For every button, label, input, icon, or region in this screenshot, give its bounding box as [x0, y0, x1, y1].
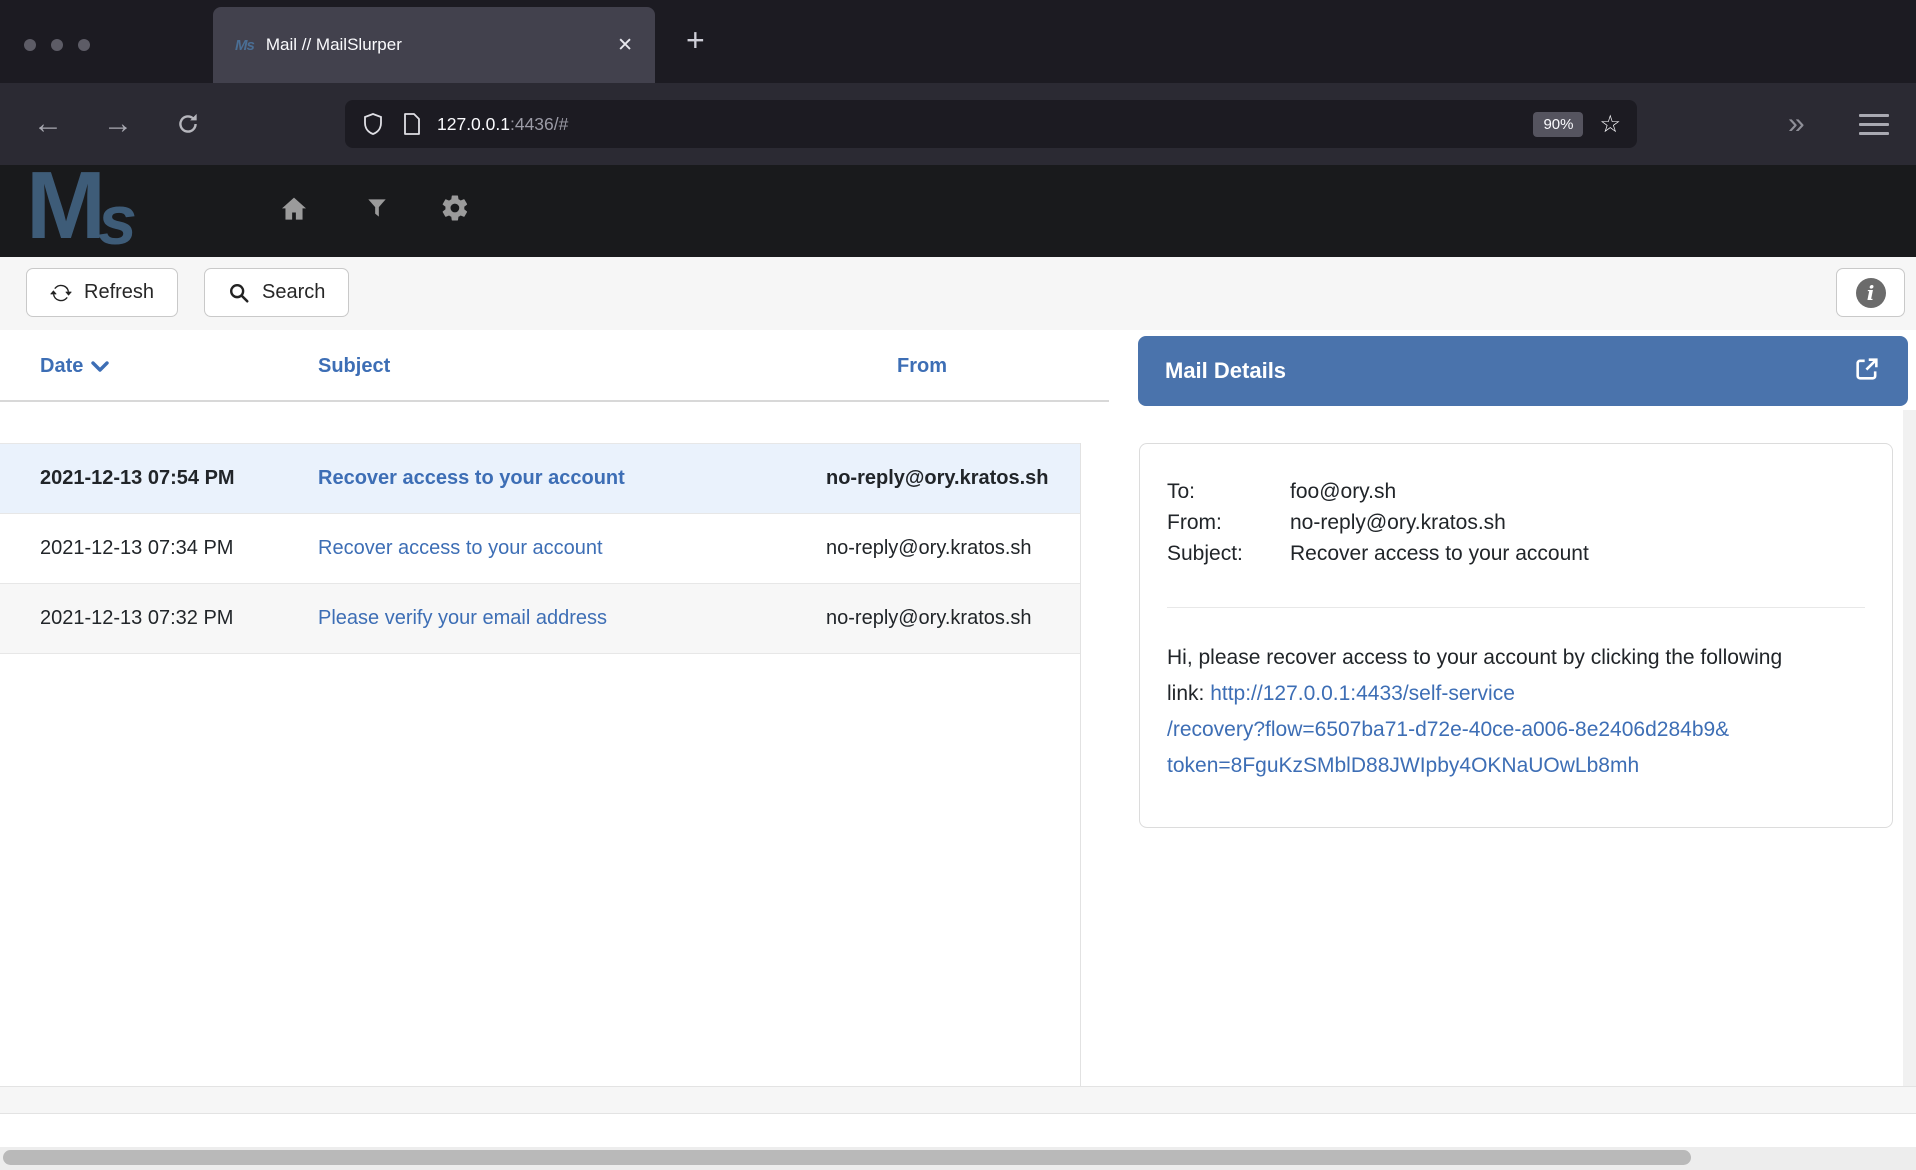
new-tab-button[interactable]: + [686, 22, 705, 59]
mail-details-card: To:foo@ory.sh From:no-reply@ory.kratos.s… [1139, 443, 1893, 828]
window-controls[interactable] [24, 39, 90, 51]
browser-navbar: ← → 127.0.0.1:4436/# 90% ☆ » [0, 83, 1916, 165]
from-header-label: From [897, 355, 947, 378]
to-value: foo@ory.sh [1290, 476, 1396, 507]
subject-header-label: Subject [318, 355, 390, 378]
funnel-icon [364, 193, 390, 223]
mail-body: Hi, please recover access to your accoun… [1167, 640, 1819, 784]
external-link-icon [1853, 355, 1881, 383]
browser-tab-strip: Ms Mail // MailSlurper ✕ + [0, 0, 1916, 83]
mailslurper-logo: Ms [26, 165, 141, 257]
to-label: To: [1167, 476, 1290, 507]
from-value: no-reply@ory.kratos.sh [1290, 507, 1506, 538]
search-label: Search [262, 281, 325, 304]
menu-hamburger-icon[interactable] [1859, 114, 1889, 141]
refresh-icon [50, 282, 72, 304]
toolbar: Refresh Search i [0, 257, 1916, 330]
mail-from: no-reply@ory.kratos.sh [826, 603, 1080, 634]
home-icon [278, 193, 310, 225]
mail-list: 2021-12-13 07:54 PM Recover access to yo… [0, 443, 1081, 1086]
date-header-label: Date [40, 355, 83, 378]
mail-date: 2021-12-13 07:32 PM [0, 603, 318, 634]
gear-icon [440, 193, 470, 223]
settings-nav-button[interactable] [440, 193, 470, 228]
column-header-from[interactable]: From [897, 355, 947, 378]
search-icon [228, 282, 250, 304]
horizontal-scrollbar-thumb[interactable] [3, 1150, 1691, 1165]
reload-icon [175, 111, 201, 137]
mail-from: no-reply@ory.kratos.sh [826, 463, 1080, 494]
logo-s: s [98, 181, 137, 257]
mail-row[interactable]: 2021-12-13 07:34 PM Recover access to yo… [0, 514, 1080, 584]
url-bar[interactable]: 127.0.0.1:4436/# 90% ☆ [345, 100, 1637, 148]
mail-subject-link[interactable]: Recover access to your account [318, 463, 826, 494]
zoom-level-badge[interactable]: 90% [1533, 112, 1583, 137]
shield-icon[interactable] [361, 112, 385, 136]
mail-from: no-reply@ory.kratos.sh [826, 533, 1080, 564]
forward-button[interactable]: → [103, 83, 133, 165]
tab-close-icon[interactable]: ✕ [617, 34, 633, 57]
refresh-button[interactable]: Refresh [26, 268, 178, 317]
url-text: 127.0.0.1:4436/# [437, 114, 568, 135]
back-button[interactable]: ← [33, 83, 63, 165]
column-header-date[interactable]: Date [40, 355, 109, 378]
column-header-subject[interactable]: Subject [318, 355, 390, 378]
sort-chevron-down-icon [91, 361, 109, 373]
app-header: Ms [0, 165, 1916, 257]
overflow-chevrons-icon[interactable]: » [1788, 83, 1803, 165]
subject-label: Subject: [1167, 538, 1290, 569]
mail-subject-link[interactable]: Please verify your email address [318, 603, 826, 634]
mail-row-selected[interactable]: 2021-12-13 07:54 PM Recover access to yo… [0, 443, 1080, 514]
main-content: Date Subject From 2021-12-13 07:54 PM Re… [0, 330, 1916, 1170]
reload-button[interactable] [175, 83, 201, 165]
mail-details-title: Mail Details [1165, 358, 1286, 384]
mail-date: 2021-12-13 07:34 PM [0, 533, 318, 564]
subject-value: Recover access to your account [1290, 538, 1589, 569]
filter-nav-button[interactable] [364, 193, 390, 228]
mail-details-header: Mail Details [1138, 336, 1908, 406]
body-divider [1167, 607, 1865, 608]
url-host: 127.0.0.1 [437, 114, 510, 134]
horizontal-scrollbar[interactable] [0, 1147, 1916, 1170]
logo-m: M [26, 165, 102, 257]
home-nav-button[interactable] [278, 193, 310, 230]
url-path: :4436/# [510, 114, 568, 134]
mail-date: 2021-12-13 07:54 PM [0, 463, 318, 494]
recovery-link[interactable]: http://127.0.0.1:4433/self-service /reco… [1167, 682, 1729, 777]
page-icon[interactable] [401, 112, 423, 136]
info-button[interactable]: i [1836, 268, 1905, 317]
search-button[interactable]: Search [204, 268, 349, 317]
header-divider [0, 400, 1109, 402]
from-label: From: [1167, 507, 1290, 538]
tab-favicon-icon: Ms [235, 37, 254, 54]
mail-subject-link[interactable]: Recover access to your account [318, 533, 826, 564]
info-icon: i [1856, 278, 1886, 308]
refresh-label: Refresh [84, 281, 154, 304]
footer-strip [0, 1086, 1916, 1114]
open-external-button[interactable] [1853, 355, 1881, 388]
mail-row[interactable]: 2021-12-13 07:32 PM Please verify your e… [0, 584, 1080, 654]
browser-tab[interactable]: Ms Mail // MailSlurper ✕ [213, 7, 655, 83]
vertical-scrollbar-track[interactable] [1903, 410, 1916, 1086]
tab-title: Mail // MailSlurper [266, 35, 402, 55]
bookmark-star-icon[interactable]: ☆ [1599, 110, 1621, 139]
